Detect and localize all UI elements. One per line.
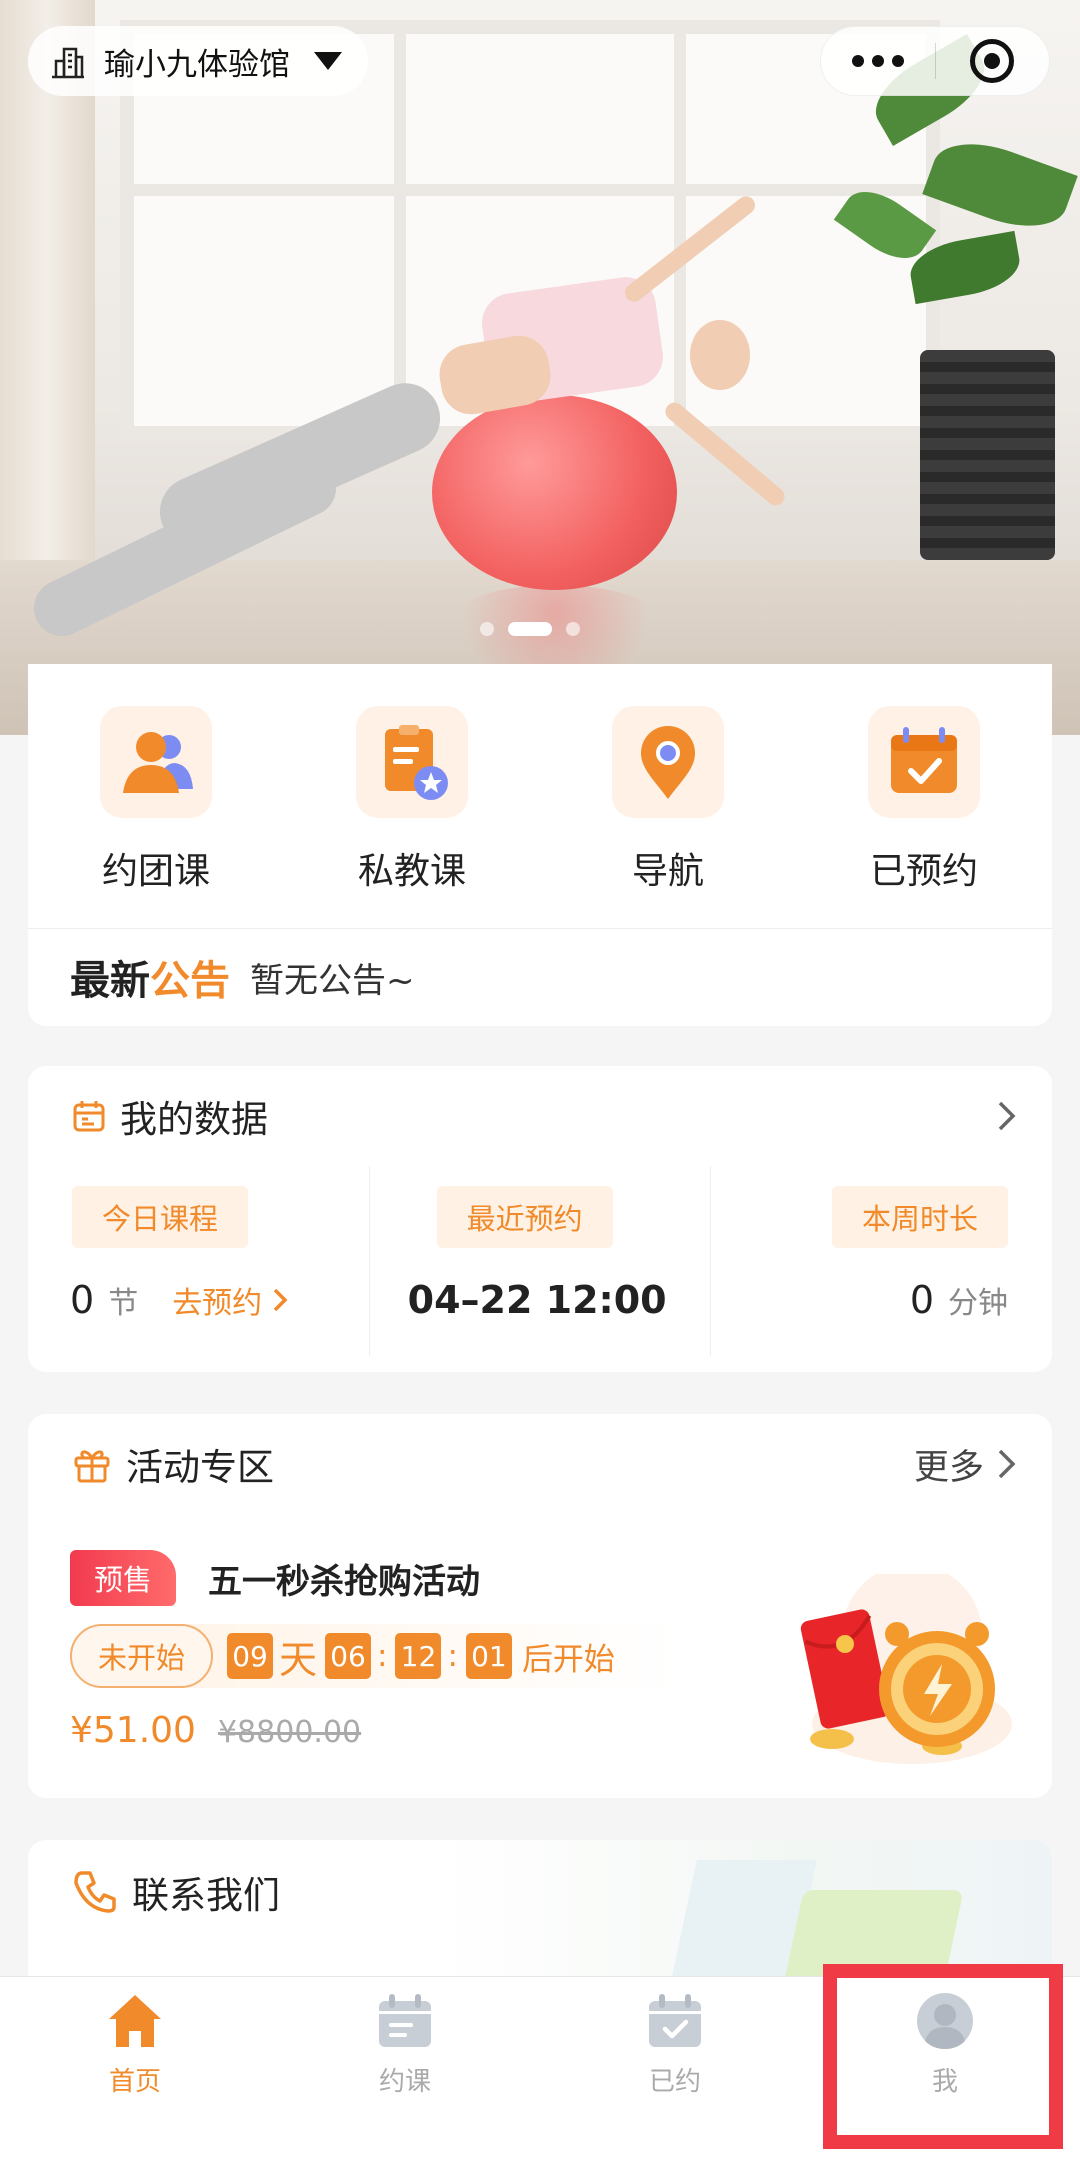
tab-book-class[interactable]: 约课	[270, 1977, 540, 2165]
user-icon	[917, 1993, 973, 2049]
red-envelope-clock-illustration	[800, 1574, 1012, 1764]
promo-original-price: ¥8800.00	[217, 1715, 362, 1750]
tab-home[interactable]: 首页	[0, 1977, 270, 2165]
store-selector[interactable]: 瑜小九体验馆	[28, 26, 368, 96]
tab-label: 约课	[378, 2067, 431, 2097]
gift-icon	[74, 1450, 110, 1483]
calendar-icon	[73, 1101, 105, 1132]
notice-title-part2: 公告	[150, 958, 230, 1004]
location-pin-icon	[641, 726, 695, 799]
chevron-right-icon	[998, 1101, 1016, 1131]
notice-text: 暂无公告~	[250, 960, 415, 1001]
quick-action-label: 约团课	[101, 851, 210, 892]
tab-label: 已约	[648, 2067, 701, 2097]
countdown-bar: 未开始 09 天 06 : 12 : 01 后开始	[70, 1624, 710, 1688]
home-icon	[109, 1995, 161, 2047]
presale-badge: 预售	[70, 1550, 177, 1606]
quick-action-label: 私教课	[357, 851, 466, 892]
quick-action-private-class[interactable]: 私教课	[312, 706, 512, 928]
miniprogram-capsule	[820, 26, 1050, 96]
go-book-label: 去预约	[172, 1286, 263, 1321]
caret-down-icon	[314, 52, 342, 70]
group-users-icon	[123, 732, 193, 793]
countdown-seconds: 01	[465, 1633, 512, 1679]
stat-today-classes: 今日课程 0 节 去预约	[28, 1166, 369, 1356]
calendar-check-icon	[649, 1994, 701, 2047]
go-book-link[interactable]: 去预约	[172, 1278, 292, 1322]
contact-title: 联系我们	[132, 1874, 280, 1917]
chevron-right-icon	[998, 1449, 1016, 1479]
status-badge: 未开始	[70, 1624, 214, 1688]
app-page: 瑜小九体验馆 约团课 私教课 导航 已预约 最新 公告 暂无公告~ 我的数据 今…	[0, 0, 1080, 2165]
activity-card: 活动专区 更多 预售 五一秒杀抢购活动 未开始 09 天 06 : 12 : 0…	[28, 1414, 1052, 1798]
phone-icon	[74, 1871, 116, 1913]
more-options-icon[interactable]	[821, 55, 935, 67]
stat-tag: 最近预约	[436, 1186, 613, 1248]
countdown-suffix: 后开始	[521, 1641, 615, 1678]
stat-recent-booking: 最近预约 04–22 12:00	[368, 1166, 711, 1356]
my-data-title: 我的数据	[120, 1098, 268, 1141]
quick-action-label: 已预约	[869, 851, 978, 892]
carousel-dot-active[interactable]	[508, 622, 552, 636]
stat-unit: 节	[108, 1286, 139, 1321]
carousel-dots[interactable]	[480, 622, 580, 636]
stat-value: 0	[70, 1278, 95, 1322]
store-name: 瑜小九体验馆	[104, 46, 290, 83]
calendar-icon	[379, 1994, 431, 2047]
countdown-separator: :	[447, 1638, 458, 1674]
chevron-right-icon	[273, 1288, 288, 1312]
banner-carousel[interactable]	[0, 0, 1080, 735]
countdown-minutes: 12	[395, 1633, 442, 1679]
countdown-separator: :	[377, 1638, 388, 1674]
bottom-tab-bar: 首页 约课 已约 我	[0, 1976, 1080, 2165]
quick-action-group-class[interactable]: 约团课	[56, 706, 256, 928]
tab-label: 首页	[108, 2067, 161, 2097]
quick-action-label: 导航	[631, 851, 704, 892]
target-close-icon	[970, 39, 1015, 83]
stat-value: 04–22 12:00	[407, 1278, 667, 1322]
more-label: 更多	[913, 1447, 984, 1488]
quick-actions-card: 约团课 私教课 导航 已预约 最新 公告 暂无公告~	[28, 664, 1052, 1026]
building-icon	[52, 47, 84, 79]
tab-me[interactable]: 我	[810, 1977, 1080, 2165]
stat-tag: 本周时长	[832, 1186, 1009, 1248]
countdown-days: 09	[227, 1633, 274, 1679]
countdown-days-label: 天	[279, 1637, 318, 1682]
activity-title: 活动专区	[126, 1446, 274, 1489]
notice-bar[interactable]: 最新 公告 暂无公告~	[28, 929, 1052, 1025]
quick-action-booked[interactable]: 已预约	[824, 706, 1024, 928]
my-data-header[interactable]: 我的数据	[28, 1066, 1052, 1166]
close-miniprogram-button[interactable]	[936, 39, 1050, 83]
quick-action-navigation[interactable]: 导航	[568, 706, 768, 928]
carousel-dot[interactable]	[480, 622, 494, 636]
countdown-hours: 06	[325, 1633, 372, 1679]
promo-item[interactable]: 预售 五一秒杀抢购活动 未开始 09 天 06 : 12 : 01 后开始 ¥5…	[70, 1550, 710, 1751]
tab-label: 我	[931, 2067, 958, 2097]
my-data-card: 我的数据 今日课程 0 节 去预约 最近预约 04–22 12:00 本周时长 …	[28, 1066, 1052, 1372]
stat-week-duration: 本周时长 0 分钟	[710, 1166, 1052, 1356]
calendar-check-icon	[891, 727, 957, 793]
activity-more-link[interactable]: 更多	[914, 1439, 1018, 1490]
carousel-dot[interactable]	[566, 622, 580, 636]
notice-title-part1: 最新	[70, 958, 150, 1004]
promo-price: ¥51.00	[70, 1710, 196, 1751]
stat-tag: 今日课程	[72, 1186, 249, 1248]
tab-booked[interactable]: 已约	[540, 1977, 810, 2165]
clipboard-star-icon	[385, 725, 448, 800]
stat-unit: 分钟	[948, 1286, 1009, 1321]
stat-value: 0	[909, 1278, 935, 1322]
promo-title: 五一秒杀抢购活动	[208, 1561, 481, 1602]
